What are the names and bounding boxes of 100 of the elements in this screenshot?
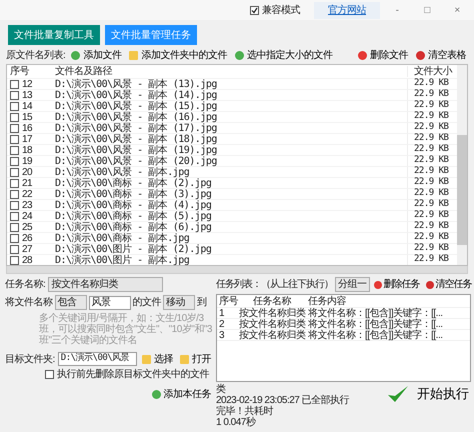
row-number: 17 bbox=[22, 134, 32, 144]
file-path: D:\演示\00\图片 - 副本.jpg bbox=[55, 254, 190, 265]
row-number: 18 bbox=[22, 144, 32, 156]
row-checkbox[interactable] bbox=[10, 146, 19, 154]
row-checkbox[interactable] bbox=[10, 90, 19, 100]
toolbar-button[interactable]: 添加文件夹中的文件 bbox=[127, 50, 229, 60]
row-number: 15 bbox=[22, 112, 32, 122]
toolbar-button[interactable]: 清空表格 bbox=[414, 50, 468, 60]
column-header: 文件名及路径 bbox=[55, 66, 114, 77]
task-name: 按文件名称归类 bbox=[239, 318, 305, 330]
task-content: 将文件名称：[[包含]]关键字：[[... bbox=[307, 308, 444, 318]
task-name: 按文件名称归类 bbox=[239, 308, 305, 318]
task-name: 按文件名称归类 bbox=[239, 330, 305, 340]
close-button[interactable]: × bbox=[444, 4, 470, 16]
row-checkbox[interactable] bbox=[10, 156, 19, 166]
file-path: D:\演示\00\风景 - 副本.jpg bbox=[55, 166, 190, 178]
task-content: 将文件名称：[[包含]]关键字：[[... bbox=[307, 330, 444, 340]
field-label: 到 bbox=[197, 297, 206, 308]
row-checkbox[interactable] bbox=[10, 112, 19, 122]
file-path: D:\演示\00\商标 - 副本 (6).jpg bbox=[55, 222, 212, 232]
field-label: 任务名称: bbox=[5, 279, 46, 290]
row-checkbox[interactable] bbox=[10, 234, 19, 242]
open-button[interactable]: 打开 bbox=[178, 354, 213, 364]
maximize-button[interactable]: □ bbox=[414, 4, 440, 16]
row-number: 13 bbox=[22, 90, 32, 100]
row-number: 24 bbox=[22, 210, 32, 222]
hint-text: 多个关键词用/号隔开，如：文生/10岁/3班，可以搜索同时包含"文生"、"10岁"和"3班"三个关键词的文件名 bbox=[38, 313, 213, 346]
add-task-button[interactable]: 添加本任务 bbox=[150, 389, 213, 400]
row-checkbox[interactable] bbox=[10, 80, 19, 88]
row-number: 1 bbox=[218, 308, 226, 318]
column-header: 序号 bbox=[9, 66, 30, 77]
row-checkbox[interactable] bbox=[10, 212, 19, 220]
toolbar-button[interactable]: 添加文件 bbox=[69, 50, 124, 60]
file-path: D:\演示\00\风景 - 副本 (19).jpg bbox=[55, 144, 218, 156]
file-path: D:\演示\00\商标 - 副本.jpg bbox=[55, 232, 190, 244]
row-number: 16 bbox=[22, 122, 32, 134]
vertical-scrollbar[interactable] bbox=[457, 65, 467, 265]
match-mode-dropdown[interactable]: 包含 bbox=[54, 295, 86, 310]
row-number: 20 bbox=[22, 166, 32, 178]
row-number: 14 bbox=[22, 100, 32, 112]
row-number: 2 bbox=[218, 318, 226, 330]
clear-tasks-button[interactable]: 清空任务 bbox=[424, 279, 474, 290]
field-label: 目标文件夹: bbox=[5, 354, 55, 364]
group-dropdown[interactable]: 分组一 bbox=[335, 277, 370, 292]
delete-task-button[interactable]: 删除任务 bbox=[372, 279, 422, 290]
task-name-dropdown[interactable]: 按文件名称归类 bbox=[48, 277, 164, 292]
log-text: 类 2023-02-19 23:05:27 已全部执行完毕！共耗时 1 0.047秒 bbox=[216, 384, 350, 428]
row-number: 12 bbox=[22, 78, 32, 90]
column-header: 任务名称 bbox=[252, 296, 292, 306]
field-label: 将文件名称 bbox=[5, 297, 52, 308]
row-checkbox[interactable] bbox=[10, 256, 19, 264]
toolbar-button[interactable]: 删除文件 bbox=[356, 50, 410, 60]
row-checkbox[interactable] bbox=[10, 124, 19, 132]
file-path: D:\演示\00\风景 - 副本 (16).jpg bbox=[55, 112, 218, 122]
row-checkbox[interactable] bbox=[10, 190, 19, 198]
compat-mode-checkbox[interactable] bbox=[250, 6, 259, 14]
list-label: 原文件名列表: bbox=[6, 50, 66, 60]
checkmark-icon bbox=[387, 384, 409, 404]
checkbox[interactable] bbox=[45, 370, 54, 379]
row-checkbox[interactable] bbox=[10, 178, 19, 188]
toolbar-button[interactable]: 选中指定大小的文件 bbox=[232, 50, 334, 60]
keyword-field[interactable]: 风景 bbox=[88, 296, 130, 310]
row-number: 27 bbox=[22, 244, 32, 254]
file-path: D:\演示\00\风景 - 副本 (20).jpg bbox=[55, 156, 218, 166]
row-number: 19 bbox=[22, 156, 32, 166]
checkbox-label: 执行前先删除原目标文件夹中的文件 bbox=[57, 369, 209, 380]
tab[interactable]: 文件批量复制工具 bbox=[8, 25, 100, 45]
row-checkbox[interactable] bbox=[10, 200, 19, 210]
field-label: 的文件 bbox=[132, 297, 161, 308]
horizontal-scrollbar[interactable] bbox=[6, 266, 468, 274]
file-path: D:\演示\00\风景 - 副本 (13).jpg bbox=[55, 78, 218, 90]
row-number: 26 bbox=[22, 232, 32, 244]
row-number: 23 bbox=[22, 200, 32, 210]
row-number: 25 bbox=[22, 222, 32, 232]
file-path: D:\演示\00\风景 - 副本 (17).jpg bbox=[55, 122, 218, 134]
row-number: 3 bbox=[218, 330, 226, 340]
row-checkbox[interactable] bbox=[10, 244, 19, 254]
row-checkbox[interactable] bbox=[10, 168, 19, 176]
file-path: D:\演示\00\商标 - 副本 (3).jpg bbox=[55, 188, 212, 200]
row-number: 22 bbox=[22, 188, 32, 200]
target-folder-field[interactable]: D:\演示\00\风景 bbox=[58, 352, 137, 366]
minimize-button[interactable]: - bbox=[384, 4, 410, 16]
file-path: D:\演示\00\风景 - 副本 (14).jpg bbox=[55, 90, 218, 100]
website-link[interactable]: 官方网站 bbox=[314, 2, 380, 18]
file-path: D:\演示\00\风景 - 副本 (18).jpg bbox=[55, 134, 218, 144]
row-checkbox[interactable] bbox=[10, 222, 19, 232]
row-checkbox[interactable] bbox=[10, 134, 19, 144]
row-number: 28 bbox=[22, 254, 32, 265]
action-dropdown[interactable]: 移动 bbox=[163, 295, 195, 310]
compat-mode-label: 兼容模式 bbox=[262, 4, 300, 16]
task-list-label: 任务列表：（从上往下执行） bbox=[216, 279, 333, 290]
choose-button[interactable]: 选择 bbox=[140, 354, 175, 364]
file-path: D:\演示\00\风景 - 副本 (15).jpg bbox=[55, 100, 218, 112]
file-path: D:\演示\00\图片 - 副本 (2).jpg bbox=[55, 244, 212, 254]
file-path: D:\演示\00\商标 - 副本 (2).jpg bbox=[55, 178, 212, 188]
column-header: 任务内容 bbox=[307, 296, 347, 306]
row-checkbox[interactable] bbox=[10, 102, 19, 110]
row-number: 21 bbox=[22, 178, 32, 188]
file-path: D:\演示\00\商标 - 副本 (4).jpg bbox=[55, 200, 212, 210]
start-button[interactable]: 开始执行 bbox=[385, 384, 471, 404]
